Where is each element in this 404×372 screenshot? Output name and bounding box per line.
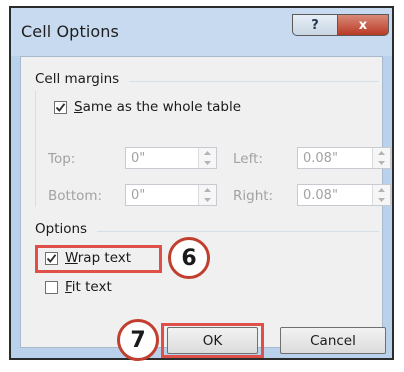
top-margin-value: 0" <box>131 151 146 166</box>
close-button[interactable]: x <box>337 14 389 36</box>
dialog-title: Cell Options <box>21 22 119 41</box>
same-as-table-checkbox[interactable] <box>54 101 67 114</box>
same-as-table-label[interactable]: Same as the whole table <box>74 99 241 115</box>
checkmark-icon <box>46 254 57 263</box>
dialog-body: Cell margins Same as the whole table Top… <box>20 56 391 361</box>
bottom-label: Bottom: <box>48 188 103 204</box>
close-icon: x <box>358 17 368 33</box>
top-margin-spinner[interactable]: 0" <box>125 147 217 169</box>
bottom-margin-spinner[interactable]: 0" <box>125 184 217 206</box>
right-margin-spinner[interactable]: 0.08" <box>297 184 391 206</box>
step-6-badge: 6 <box>168 237 210 279</box>
cell-margins-group-label: Cell margins <box>35 71 120 87</box>
top-label: Top: <box>48 151 76 167</box>
cell-margins-divider <box>129 81 379 82</box>
spin-down-icon[interactable] <box>373 158 390 168</box>
left-margin-value: 0.08" <box>303 151 338 166</box>
fit-text-checkbox[interactable] <box>45 281 58 294</box>
help-button[interactable]: ? <box>292 14 338 36</box>
cell-options-dialog: Cell Options ? x Cell margins Same as th… <box>9 6 394 361</box>
cell-margins-frame <box>35 91 36 207</box>
title-bar[interactable]: Cell Options ? x <box>11 8 392 56</box>
spin-down-icon[interactable] <box>199 195 216 205</box>
spin-down-icon[interactable] <box>373 195 390 205</box>
options-group-label: Options <box>35 221 88 237</box>
right-label: Right: <box>233 188 274 204</box>
right-margin-value: 0.08" <box>303 188 338 203</box>
checkmark-icon <box>55 103 66 112</box>
wrap-text-label[interactable]: Wrap text <box>65 250 131 266</box>
left-margin-spinner[interactable]: 0.08" <box>297 147 391 169</box>
ok-button[interactable]: OK <box>167 327 258 354</box>
fit-text-label[interactable]: Fit text <box>65 279 112 295</box>
options-divider <box>97 231 379 232</box>
bottom-margin-value: 0" <box>131 188 146 203</box>
wrap-text-checkbox[interactable] <box>45 252 58 265</box>
spin-down-icon[interactable] <box>199 158 216 168</box>
step-7-badge: 7 <box>117 319 159 361</box>
help-icon: ? <box>311 17 319 33</box>
cancel-button[interactable]: Cancel <box>280 327 386 354</box>
left-label: Left: <box>233 151 263 167</box>
